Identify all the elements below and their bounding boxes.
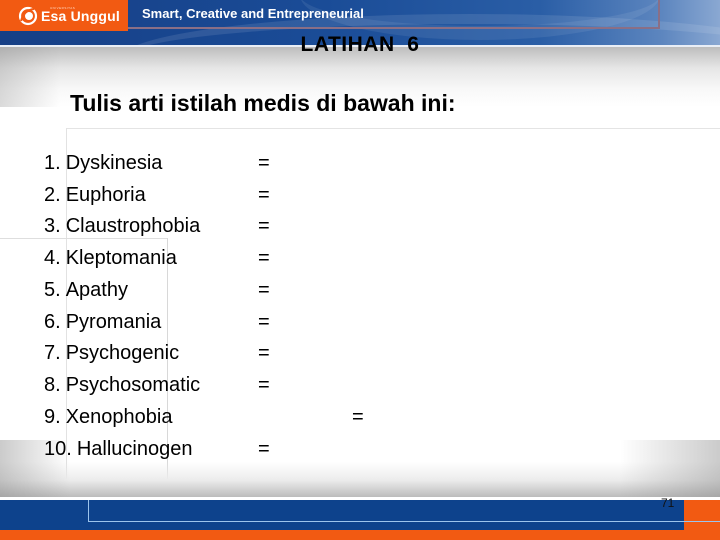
term-number: 9. bbox=[44, 406, 61, 428]
logo-name: Esa Unggul bbox=[41, 7, 121, 24]
term-name: Psychogenic bbox=[65, 342, 180, 364]
term-name: Apathy bbox=[65, 279, 128, 301]
term-name: Pyromania bbox=[65, 311, 162, 333]
background-gradient bbox=[620, 440, 720, 498]
term-name: Dyskinesia bbox=[65, 152, 163, 174]
instruction-text: Tulis arti istilah medis di bawah ini: bbox=[70, 90, 456, 116]
equals-sign: = bbox=[258, 342, 270, 364]
list-item: 2. Euphoria = bbox=[44, 184, 270, 216]
list-item: 3. Claustrophobia = bbox=[44, 215, 270, 247]
slide-title-text: LATIHAN 6 bbox=[300, 33, 420, 56]
content-divider bbox=[66, 128, 720, 129]
tagline: Smart, Creative and Entrepreneurial bbox=[142, 6, 364, 21]
term-name: Psychosomatic bbox=[65, 374, 201, 396]
page-number: 71 bbox=[661, 496, 675, 510]
term-number: 8. bbox=[44, 374, 61, 396]
term-name: Euphoria bbox=[65, 184, 146, 206]
equals-sign: = bbox=[258, 215, 270, 237]
footer-stripe bbox=[0, 530, 720, 540]
list-item: 4. Kleptomania = bbox=[44, 247, 270, 279]
term-number: 3. bbox=[44, 215, 61, 237]
equals-sign: = bbox=[258, 374, 270, 396]
term-number: 10. bbox=[44, 438, 72, 460]
term-number: 7. bbox=[44, 342, 61, 364]
list-item: 7. Psychogenic = bbox=[44, 342, 270, 374]
list-item: 6. Pyromania = bbox=[44, 311, 270, 343]
equals-sign: = bbox=[258, 279, 270, 301]
footer-frame-line bbox=[88, 500, 720, 522]
esa-unggul-swirl-logo-icon bbox=[18, 6, 38, 26]
term-name: Claustrophobia bbox=[65, 215, 201, 237]
term-name: Xenophobia bbox=[65, 406, 173, 428]
equals-sign: = bbox=[258, 438, 270, 460]
term-name: Kleptomania bbox=[65, 247, 177, 269]
list-item: 1. Dyskinesia = bbox=[44, 152, 270, 184]
header-frame-line bbox=[658, 0, 660, 29]
equals-sign: = bbox=[352, 406, 364, 428]
term-number: 6. bbox=[44, 311, 61, 333]
list-item: 5. Apathy = bbox=[44, 279, 270, 311]
list-item: 10. Hallucinogen = bbox=[44, 438, 270, 470]
equals-sign: = bbox=[258, 311, 270, 333]
list-item: 9. Xenophobia = bbox=[44, 406, 364, 438]
equals-sign: = bbox=[258, 184, 270, 206]
term-number: 4. bbox=[44, 247, 61, 269]
slide-title: LATIHAN 6 bbox=[0, 33, 720, 57]
term-number: 5. bbox=[44, 279, 61, 301]
equals-sign: = bbox=[258, 247, 270, 269]
university-logo: UNIVERSITAS Esa Unggul bbox=[0, 0, 128, 31]
term-number: 2. bbox=[44, 184, 61, 206]
term-name: Hallucinogen bbox=[76, 438, 193, 460]
equals-sign: = bbox=[258, 152, 270, 174]
term-number: 1. bbox=[44, 152, 61, 174]
list-item: 8. Psychosomatic = bbox=[44, 374, 270, 406]
